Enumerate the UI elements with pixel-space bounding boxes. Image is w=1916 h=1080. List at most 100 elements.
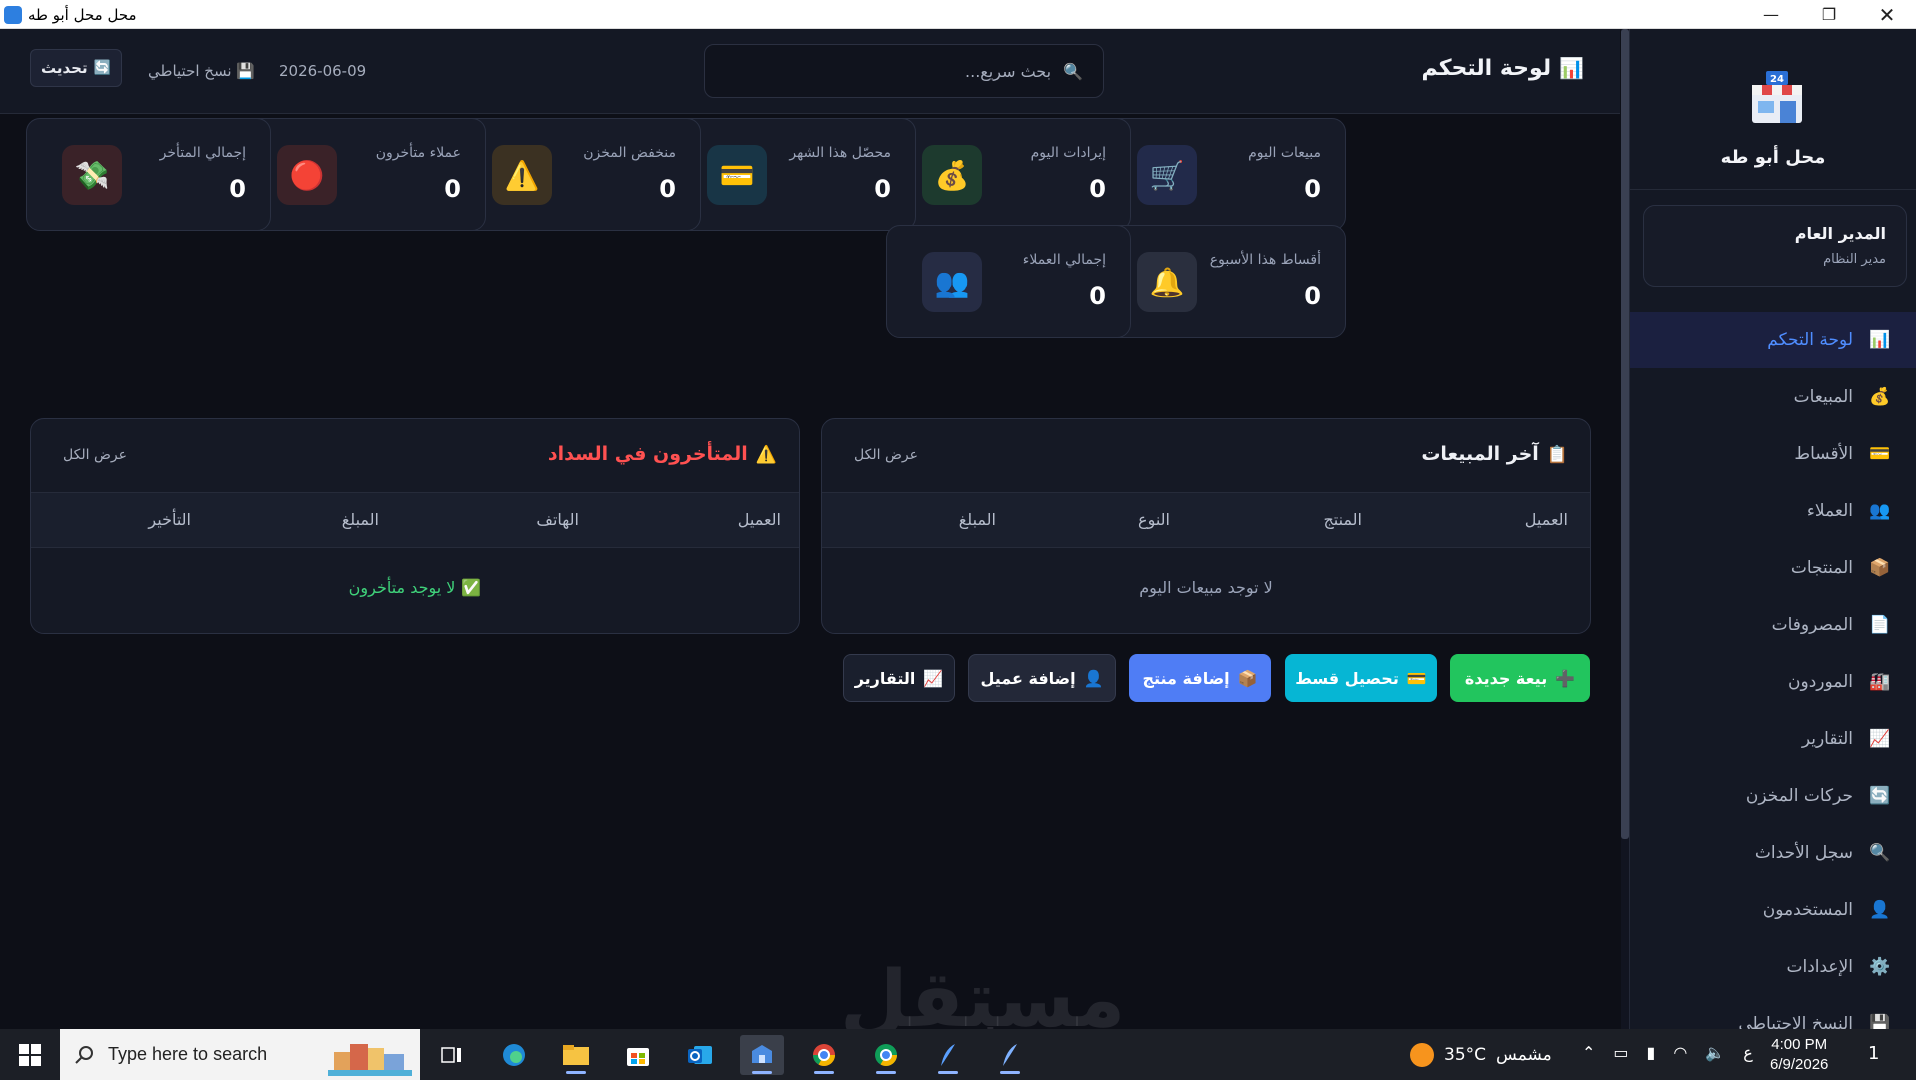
sidebar-item-activity-log[interactable]: 🔍 سجل الأحداث [1630, 825, 1916, 881]
task-view-icon[interactable] [430, 1035, 474, 1075]
store-icon[interactable] [616, 1035, 660, 1075]
stat-label: عملاء متأخرون [375, 145, 461, 161]
minimize-button[interactable]: — [1742, 0, 1800, 29]
panel-header: ⚠️المتأخرون في السداد عرض الكل [31, 419, 799, 493]
sidebar-item-settings[interactable]: ⚙️ الإعدادات [1630, 939, 1916, 995]
current-date: 2026-06-09 [279, 62, 367, 80]
device-icon[interactable]: ▭ [1613, 1043, 1628, 1062]
sidebar-item-label: حركات المخزن [1745, 786, 1853, 806]
column-header: المبلغ [958, 510, 996, 529]
sidebar-item-label: المنتجات [1790, 558, 1853, 578]
money-bag-icon: 💰 [922, 145, 982, 205]
add-product-button[interactable]: 📦 إضافة منتج [1129, 654, 1271, 702]
recent-sales-panel: 📋آخر المبيعات عرض الكل العميل المنتج الن… [821, 418, 1591, 634]
sidebar-item-label: المستخدمون [1762, 900, 1853, 920]
close-button[interactable]: ✕ [1858, 0, 1916, 29]
stat-label: منخفض المخزن [583, 145, 676, 161]
sidebar-item-reports[interactable]: 📈 التقارير [1630, 711, 1916, 767]
credit-card-icon: 💳 [707, 145, 767, 205]
search-highlight-image [328, 1044, 412, 1076]
taskbar-search-placeholder: Type here to search [108, 1044, 268, 1064]
column-header: المنتج [1323, 510, 1362, 529]
volume-icon[interactable]: 🔈 [1705, 1043, 1725, 1062]
app-icon [4, 6, 22, 24]
divider [1630, 189, 1916, 190]
window-title: محل محل أبو طه [28, 6, 137, 24]
stat-card-late-customers: 🔴 عملاء متأخرون 0 [241, 118, 486, 231]
box-icon: 📦 [1237, 668, 1258, 688]
refresh-button[interactable]: 🔄 تحديث [30, 49, 122, 87]
shop-app-icon[interactable] [740, 1035, 784, 1075]
system-tray: ⌃ ▭ ▮ ◠ 🔈 ع [1582, 1043, 1753, 1062]
users-icon: 👥 [1869, 501, 1891, 521]
stat-label: إجمالي المتأخر [159, 145, 246, 161]
view-all-link[interactable]: عرض الكل [854, 447, 918, 463]
collect-installment-button[interactable]: 💳 تحصيل قسط [1285, 654, 1437, 702]
start-button[interactable] [0, 1029, 60, 1080]
stat-value: 0 [229, 175, 246, 203]
warning-icon: ⚠️ [755, 445, 777, 465]
stat-value: 0 [444, 175, 461, 203]
maximize-button[interactable]: ❐ [1800, 0, 1858, 29]
stat-value: 0 [1089, 175, 1106, 203]
reports-button[interactable]: 📈 التقارير [843, 654, 955, 702]
search-input[interactable] [753, 60, 1054, 82]
wifi-icon[interactable]: ◠ [1673, 1043, 1687, 1062]
add-customer-button[interactable]: 👤 إضافة عميل [968, 654, 1116, 702]
outlook-icon[interactable] [678, 1035, 722, 1075]
panel-title: 📋آخر المبيعات [1421, 443, 1568, 465]
stat-label: إجمالي العملاء [1022, 252, 1106, 268]
battery-icon[interactable]: ▮ [1647, 1043, 1656, 1062]
factory-icon: 🏭 [1869, 672, 1891, 692]
scrollbar-thumb[interactable] [1621, 29, 1629, 839]
chart-up-icon: 📈 [923, 668, 944, 688]
sidebar-item-sales[interactable]: 💰 المبيعات [1630, 369, 1916, 425]
bell-icon: 🔔 [1137, 252, 1197, 312]
sidebar-item-label: سجل الأحداث [1754, 843, 1853, 863]
column-header: النوع [1138, 510, 1170, 529]
feather-app-2-icon[interactable] [988, 1035, 1032, 1075]
search-icon: 🔍 [1869, 843, 1891, 863]
stat-label: مبيعات اليوم [1248, 145, 1321, 161]
sidebar-item-label: الإعدادات [1786, 957, 1853, 977]
stat-label: محصّل هذا الشهر [789, 145, 891, 161]
taskbar-search[interactable]: Type here to search [60, 1029, 420, 1080]
taskbar-clock[interactable]: 4:00 PM 6/9/2026 [1770, 1035, 1828, 1075]
weather-widget[interactable]: 35°C مشمس [1410, 1043, 1552, 1067]
chrome-icon[interactable] [802, 1035, 846, 1075]
sidebar-item-users[interactable]: 👤 المستخدمون [1630, 882, 1916, 938]
money-wings-icon: 💸 [62, 145, 122, 205]
stat-card-installments-week: 🔔 أقساط هذا الأسبوع 0 [1101, 225, 1346, 338]
sidebar-item-installments[interactable]: 💳 الأقساط [1630, 426, 1916, 482]
sun-icon [1410, 1043, 1434, 1067]
column-header: العميل [737, 510, 781, 529]
column-header: المبلغ [341, 510, 379, 529]
stat-card-collected-month: 💳 محصّل هذا الشهر 0 [671, 118, 916, 231]
view-all-link[interactable]: عرض الكل [63, 447, 127, 463]
sidebar-item-stock-movements[interactable]: 🔄 حركات المخزن [1630, 768, 1916, 824]
sidebar-item-dashboard[interactable]: 📊 لوحة التحكم [1630, 312, 1916, 368]
sidebar-item-expenses[interactable]: 📄 المصروفات [1630, 597, 1916, 653]
sidebar-item-products[interactable]: 📦 المنتجات [1630, 540, 1916, 596]
overdue-panel: ⚠️المتأخرون في السداد عرض الكل العميل ال… [30, 418, 800, 634]
plus-icon: ➕ [1555, 668, 1576, 688]
sidebar-item-suppliers[interactable]: 🏭 الموردون [1630, 654, 1916, 710]
backup-link[interactable]: 💾 نسخ احتياطي [148, 62, 255, 80]
notifications-icon[interactable]: 1 [1868, 1043, 1879, 1064]
sidebar-item-customers[interactable]: 👥 العملاء [1630, 483, 1916, 539]
file-explorer-icon[interactable] [554, 1035, 598, 1075]
sidebar: 24 محل أبو طه المدير العام مدير النظام 📊… [1629, 29, 1916, 1034]
feather-app-icon[interactable] [926, 1035, 970, 1075]
table-header: العميل المنتج النوع المبلغ [822, 493, 1590, 548]
chevron-up-icon[interactable]: ⌃ [1582, 1043, 1595, 1062]
new-sale-button[interactable]: ➕ بيعة جديدة [1450, 654, 1590, 702]
edge-icon[interactable] [492, 1035, 536, 1075]
search-box[interactable]: 🔍 [704, 44, 1104, 98]
main-content: 📊لوحة التحكم 🔍 2026-06-09 💾 نسخ احتياطي … [0, 29, 1620, 1029]
column-header: التأخير [148, 510, 191, 529]
clock-date: 6/9/2026 [1770, 1056, 1829, 1073]
user-card: المدير العام مدير النظام [1643, 205, 1907, 287]
language-indicator[interactable]: ع [1743, 1043, 1753, 1062]
chrome-profile-icon[interactable] [864, 1035, 908, 1075]
box-icon: 📦 [1869, 558, 1891, 578]
